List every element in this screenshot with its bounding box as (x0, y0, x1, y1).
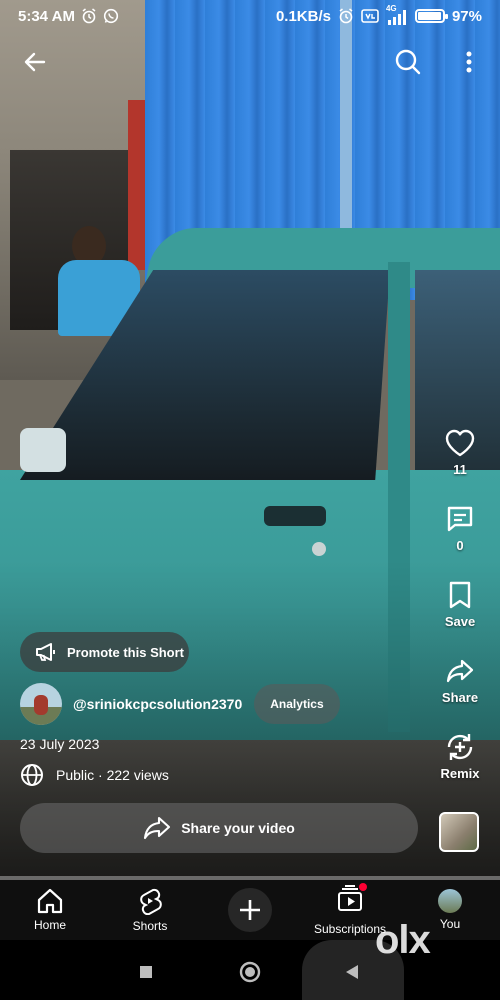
battery-icon (414, 9, 448, 23)
share-button[interactable]: Share (425, 656, 495, 705)
share-arrow-icon (446, 659, 474, 683)
share-arrow-icon (144, 816, 171, 840)
like-button[interactable]: 11 (425, 428, 495, 477)
status-time: 5:34 AM (18, 7, 75, 25)
volte-icon (361, 9, 379, 23)
globe-icon (21, 764, 43, 786)
whatsapp-icon (103, 8, 119, 24)
shorts-icon (140, 888, 162, 915)
alarm-icon (339, 8, 353, 24)
channel-avatar[interactable] (20, 683, 62, 725)
remix-label: Remix (440, 766, 480, 781)
nav-home[interactable]: Home (0, 880, 100, 940)
network-type: 4G (385, 4, 397, 13)
nav-create[interactable] (200, 880, 300, 940)
scene-car-mirror (20, 428, 66, 472)
save-button[interactable]: Save (425, 580, 495, 629)
share-your-video-button[interactable]: Share your video (20, 803, 418, 853)
square-icon (140, 966, 152, 978)
comment-button[interactable]: 0 (425, 504, 495, 553)
visibility-text: Public · 222 views (56, 767, 169, 783)
comment-count: 0 (456, 538, 464, 553)
share-label: Share (441, 690, 479, 705)
like-count: 11 (453, 462, 467, 477)
avatar (438, 889, 462, 913)
remix-icon (447, 734, 473, 760)
upload-date: 23 July 2023 (20, 736, 100, 752)
recents-button[interactable] (134, 960, 158, 984)
back-button[interactable] (17, 44, 53, 80)
nav-home-label: Home (33, 918, 66, 932)
nav-shorts[interactable]: Shorts (100, 880, 200, 940)
scene-car-handle (264, 506, 326, 526)
status-bar: 5:34 AM 0.1KB/s 4G 97% (0, 0, 500, 32)
notification-dot (359, 882, 367, 891)
system-home-button[interactable] (238, 960, 262, 984)
remix-button[interactable]: Remix (425, 732, 495, 781)
triangle-back-icon (346, 965, 358, 979)
alarm-icon (82, 8, 96, 24)
home-icon (37, 888, 63, 914)
channel-row: @sriniokcpcsolution2370 Analytics (20, 683, 340, 725)
save-label: Save (444, 614, 476, 629)
share-your-video-label: Share your video (181, 820, 295, 836)
more-options-button[interactable] (451, 44, 487, 80)
analytics-button[interactable]: Analytics (254, 684, 340, 724)
olx-watermark-logo: olx (375, 918, 431, 962)
channel-handle[interactable]: @sriniokcpcsolution2370 (73, 696, 242, 712)
more-vert-icon (466, 51, 472, 73)
nav-you-label: You (439, 917, 461, 931)
comment-icon (447, 506, 473, 532)
bookmark-icon (449, 581, 471, 609)
circle-icon (239, 961, 261, 983)
heart-icon (445, 429, 475, 457)
scene-car-keyhole (312, 542, 326, 556)
arrow-left-icon (24, 52, 46, 72)
system-back-button[interactable] (340, 960, 364, 984)
search-icon (395, 49, 421, 75)
nav-shorts-label: Shorts (132, 919, 168, 933)
network-speed: 0.1KB/s (275, 7, 331, 25)
sound-thumbnail[interactable] (439, 812, 479, 852)
scene-divider (340, 0, 352, 240)
promote-label: Promote this Short (67, 644, 185, 660)
battery-percent: 97% (451, 7, 482, 25)
create-button[interactable] (228, 888, 272, 932)
visibility-row: Public · 222 views (20, 763, 169, 787)
promote-short-button[interactable]: Promote this Short (20, 632, 189, 672)
megaphone-icon (36, 643, 55, 661)
create-plus-icon (240, 900, 260, 920)
search-button[interactable] (390, 44, 426, 80)
